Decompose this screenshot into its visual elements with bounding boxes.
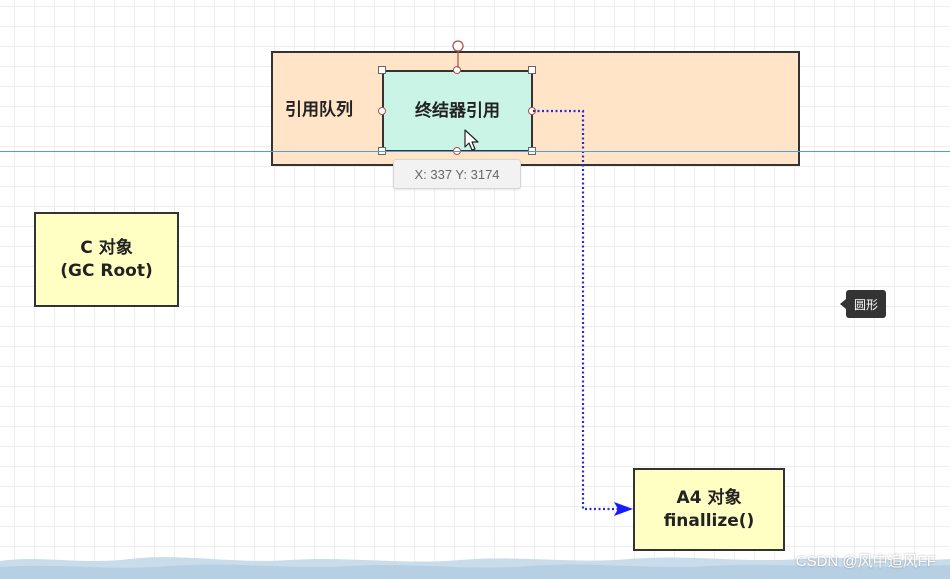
connector-arrow[interactable] <box>0 0 950 579</box>
diagram-canvas[interactable]: 引用队列 终结器引用 C 对象 (GC Root) A4 对象 finalliz… <box>0 0 950 579</box>
coordinate-tooltip: X: 337 Y: 3174 <box>393 159 521 189</box>
shape-tooltip: 圆形 <box>839 290 887 318</box>
watermark: CSDN @风中追风FF <box>795 553 936 570</box>
mouse-pointer-icon <box>464 129 479 151</box>
